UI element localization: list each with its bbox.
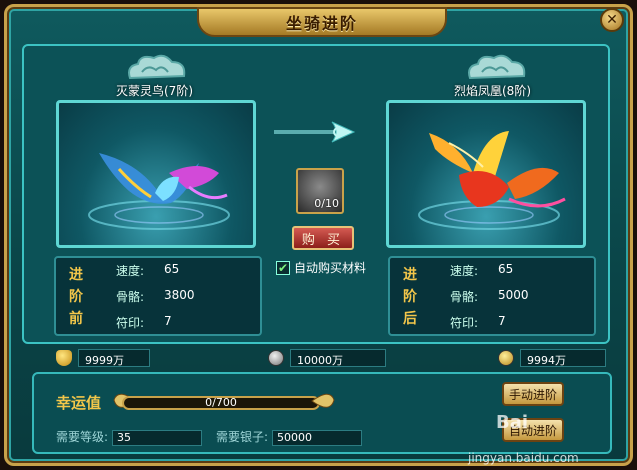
stat-bone-value: 5000 bbox=[498, 288, 529, 302]
left-mount-portrait bbox=[56, 100, 256, 248]
required-level-value: 35 bbox=[112, 430, 203, 446]
auto-buy-checkbox[interactable]: ✔ bbox=[276, 260, 290, 275]
close-icon: ✕ bbox=[606, 12, 618, 28]
material-slot[interactable]: 0/10 bbox=[296, 168, 344, 214]
cloud-ornament-icon bbox=[468, 54, 526, 80]
left-stats-panel: 进 阶 前 速度: 65 骨骼: 3800 符印: 7 bbox=[54, 256, 262, 336]
required-silver-label: 需要银子: bbox=[216, 430, 269, 444]
blue-bird-mount-icon bbox=[88, 153, 230, 230]
buy-button[interactable]: 购 买 bbox=[292, 226, 354, 250]
required-silver-value: 50000 bbox=[272, 430, 363, 446]
stat-seal-value: 7 bbox=[164, 314, 172, 328]
cloud-ornament-icon bbox=[128, 54, 186, 80]
auto-buy-option[interactable]: ✔ 自动购买材料 bbox=[276, 259, 366, 276]
right-mount-name: 烈焰凤凰(8阶) bbox=[454, 84, 531, 98]
right-mount-portrait bbox=[386, 100, 586, 248]
title-bar: 坐骑进阶 bbox=[197, 7, 447, 37]
stat-bone-label: 骨骼: bbox=[116, 290, 145, 304]
manual-advance-button[interactable]: 手动进阶 bbox=[502, 382, 564, 406]
luck-value: 0/700 bbox=[205, 396, 237, 409]
stat-speed-label: 速度: bbox=[450, 264, 479, 278]
stat-seal-value: 7 bbox=[498, 314, 506, 328]
material-count: 0/10 bbox=[314, 197, 339, 210]
required-level: 需要等级: 35 bbox=[56, 428, 203, 446]
gold-display: 9999万 bbox=[56, 348, 150, 368]
wing-right-ornament-icon bbox=[311, 393, 335, 408]
required-silver: 需要银子: 50000 bbox=[216, 428, 363, 446]
luck-label: 幸运值 bbox=[56, 394, 102, 412]
locked-silver-value: 9994万 bbox=[520, 349, 606, 367]
before-advance-tag: 进 阶 前 bbox=[69, 267, 83, 327]
fire-phoenix-mount-icon bbox=[418, 131, 566, 230]
right-stats-panel: 进 阶 后 速度: 65 骨骼: 5000 符印: 7 bbox=[388, 256, 596, 336]
watermark-logo: Bai bbox=[496, 412, 529, 433]
stat-seal-label: 符印: bbox=[116, 316, 145, 330]
required-level-label: 需要等级: bbox=[56, 430, 109, 444]
left-mount-name: 灭蒙灵鸟(7阶) bbox=[116, 84, 193, 98]
stat-seal-label: 符印: bbox=[450, 316, 479, 330]
advance-arrow-icon bbox=[274, 121, 356, 143]
silver-value: 10000万 bbox=[290, 349, 386, 367]
after-advance-tag: 进 阶 后 bbox=[403, 267, 417, 327]
gold-ingot-icon bbox=[56, 350, 72, 366]
locked-silver-display: 9994万 bbox=[498, 348, 606, 368]
checkmark-icon: ✔ bbox=[277, 260, 289, 275]
stat-speed-value: 65 bbox=[498, 262, 514, 276]
stat-bone-label: 骨骼: bbox=[450, 290, 479, 304]
luck-progress-bar: 0/700 bbox=[122, 396, 320, 410]
gold-value: 9999万 bbox=[78, 349, 150, 367]
stat-bone-value: 3800 bbox=[164, 288, 195, 302]
auto-buy-label: 自动购买材料 bbox=[294, 261, 367, 275]
close-button[interactable]: ✕ bbox=[600, 8, 624, 32]
locked-silver-icon bbox=[498, 350, 514, 366]
silver-coin-icon bbox=[268, 350, 284, 366]
stat-speed-value: 65 bbox=[164, 262, 180, 276]
stat-speed-label: 速度: bbox=[116, 264, 145, 278]
window-title: 坐骑进阶 bbox=[285, 14, 358, 33]
silver-display: 10000万 bbox=[268, 348, 386, 368]
watermark-site: jingyan.baidu.com bbox=[468, 451, 579, 465]
